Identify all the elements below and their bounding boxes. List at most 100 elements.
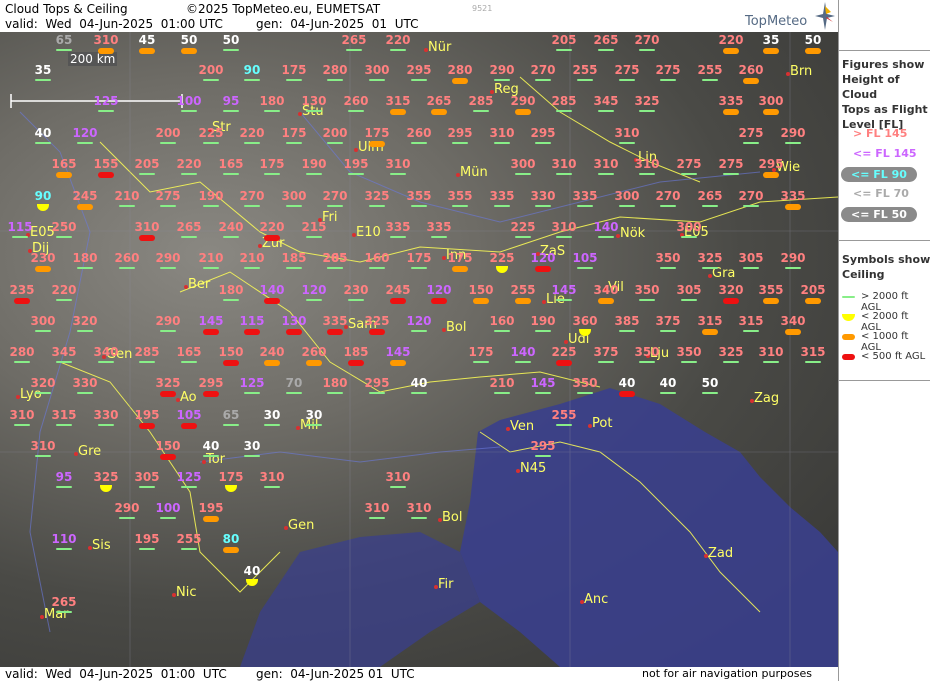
- ceiling-symbol: [535, 330, 551, 332]
- ceiling-symbol: [702, 267, 718, 269]
- city-label[interactable]: Pot: [592, 416, 612, 431]
- city-label[interactable]: Mün: [460, 165, 488, 180]
- cloud-top-value: 235: [9, 283, 35, 297]
- ceiling-symbol: [743, 267, 759, 269]
- cloud-top-value: 45: [138, 33, 156, 47]
- city-label[interactable]: N45: [520, 461, 546, 476]
- cloud-top-value: 175: [281, 63, 307, 77]
- ceiling-symbol: [598, 236, 614, 238]
- cloud-top-value: 220: [239, 126, 265, 140]
- ceiling-symbol: [77, 330, 93, 332]
- cloud-top-value: 305: [738, 251, 764, 265]
- ceiling-symbol: [639, 49, 655, 51]
- ceiling-symbol: [264, 110, 280, 112]
- city-label[interactable]: Gen: [288, 518, 314, 533]
- ceiling-symbol: [139, 548, 155, 550]
- cloud-top-value: 210: [198, 251, 224, 265]
- cloud-top-value: 285: [468, 94, 494, 108]
- city-label[interactable]: Ven: [510, 419, 534, 434]
- ceiling-symbol: [348, 360, 364, 366]
- cloud-top-value: 165: [218, 157, 244, 171]
- ceiling-symbol: [306, 236, 322, 238]
- cloud-top-value: 160: [364, 251, 390, 265]
- ceiling-symbol: [160, 330, 176, 332]
- city-label[interactable]: Brn: [790, 64, 812, 79]
- ceiling-symbol: [639, 299, 655, 301]
- cloud-top-value: 375: [593, 345, 619, 359]
- ceiling-symbol: [56, 486, 72, 488]
- cloud-top-value: 310: [134, 220, 160, 234]
- ceiling-symbol: [723, 109, 739, 115]
- legend-symbol-swatch: [842, 334, 855, 340]
- ceiling-symbol: [56, 299, 72, 301]
- cloud-top-value: 160: [489, 314, 515, 328]
- ceiling-symbol: [639, 173, 655, 175]
- ceiling-symbol: [223, 360, 239, 366]
- city-label[interactable]: Fir: [438, 577, 454, 592]
- cloud-top-value: 140: [593, 220, 619, 234]
- cloud-top-value: 180: [72, 251, 98, 265]
- city-label[interactable]: Bol: [446, 320, 466, 335]
- symbols-title-line: Symbols show: [842, 253, 930, 266]
- cloud-top-value: 305: [134, 470, 160, 484]
- cloud-top-value: 130: [281, 314, 307, 328]
- ceiling-symbol: [98, 172, 114, 178]
- figures-title-line: Tops as Flight: [842, 103, 928, 116]
- city-label[interactable]: Bol: [442, 510, 462, 525]
- ceiling-symbol: [12, 236, 28, 238]
- city-label[interactable]: Nür: [428, 40, 451, 55]
- city-label[interactable]: Sis: [92, 538, 111, 553]
- ceiling-symbol: [660, 392, 676, 394]
- cloud-top-value: 40: [618, 376, 636, 390]
- city-label[interactable]: E10: [356, 225, 381, 240]
- city-label[interactable]: Zad: [708, 546, 733, 561]
- cloud-top-value: 340: [593, 283, 619, 297]
- ceiling-symbol: [619, 391, 635, 397]
- cloud-top-value: 150: [155, 439, 181, 453]
- cloud-top-value: 175: [447, 251, 473, 265]
- ceiling-symbol: [139, 486, 155, 488]
- cloud-top-value: 295: [447, 126, 473, 140]
- topmeteo-logo[interactable]: TopMeteo: [745, 2, 837, 32]
- city-label[interactable]: Ber: [188, 277, 210, 292]
- ceiling-symbol: [14, 424, 30, 426]
- cloud-top-value: 275: [676, 157, 702, 171]
- logo-text: TopMeteo: [745, 14, 808, 29]
- cloud-top-map[interactable]: 200 km BrnNürRegStuMünLinWieUlmStrFriZür…: [0, 32, 838, 667]
- city-label[interactable]: Ao: [180, 390, 197, 405]
- city-label[interactable]: Gre: [78, 444, 101, 459]
- city-label[interactable]: Anc: [584, 592, 608, 607]
- cloud-top-value: 325: [718, 345, 744, 359]
- ceiling-symbol: [264, 298, 280, 304]
- ceiling-symbol: [473, 361, 489, 363]
- ceiling-symbol: [306, 299, 322, 301]
- ceiling-symbol: [244, 79, 260, 81]
- cloud-top-value: 275: [155, 189, 181, 203]
- cloud-top-value: 205: [551, 33, 577, 47]
- city-label[interactable]: Nic: [176, 585, 196, 600]
- cloud-top-value: 230: [343, 283, 369, 297]
- ceiling-symbol: [598, 110, 614, 112]
- ceiling-symbol: [452, 78, 468, 84]
- ceiling-symbol: [494, 142, 510, 144]
- disclaimer-text: not for air navigation purposes: [642, 667, 812, 680]
- legend-panel: Figures show Height of Cloud Tops as Fli…: [838, 0, 930, 681]
- cloud-top-value: 305: [676, 283, 702, 297]
- cloud-top-value: 30: [305, 408, 323, 422]
- ceiling-symbol: [390, 109, 406, 115]
- cloud-top-value: 265: [593, 33, 619, 47]
- city-label[interactable]: Mar: [44, 607, 69, 622]
- cloud-top-value: 175: [218, 470, 244, 484]
- valid-time: valid: Wed 04-Jun-2025 01:00 UTC: [5, 17, 223, 31]
- ceiling-symbol: [203, 79, 219, 81]
- cloud-top-value: 200: [198, 63, 224, 77]
- ceiling-symbol: [35, 392, 51, 394]
- cloud-top-value: 50: [701, 376, 719, 390]
- compass-star-icon: [815, 2, 835, 30]
- cloud-top-value: 260: [114, 251, 140, 265]
- cloud-top-value: 270: [530, 63, 556, 77]
- city-label[interactable]: Nök: [620, 226, 645, 241]
- city-label[interactable]: Zag: [754, 391, 779, 406]
- cloud-top-value: 145: [385, 345, 411, 359]
- map-id-code: 9521: [472, 4, 493, 13]
